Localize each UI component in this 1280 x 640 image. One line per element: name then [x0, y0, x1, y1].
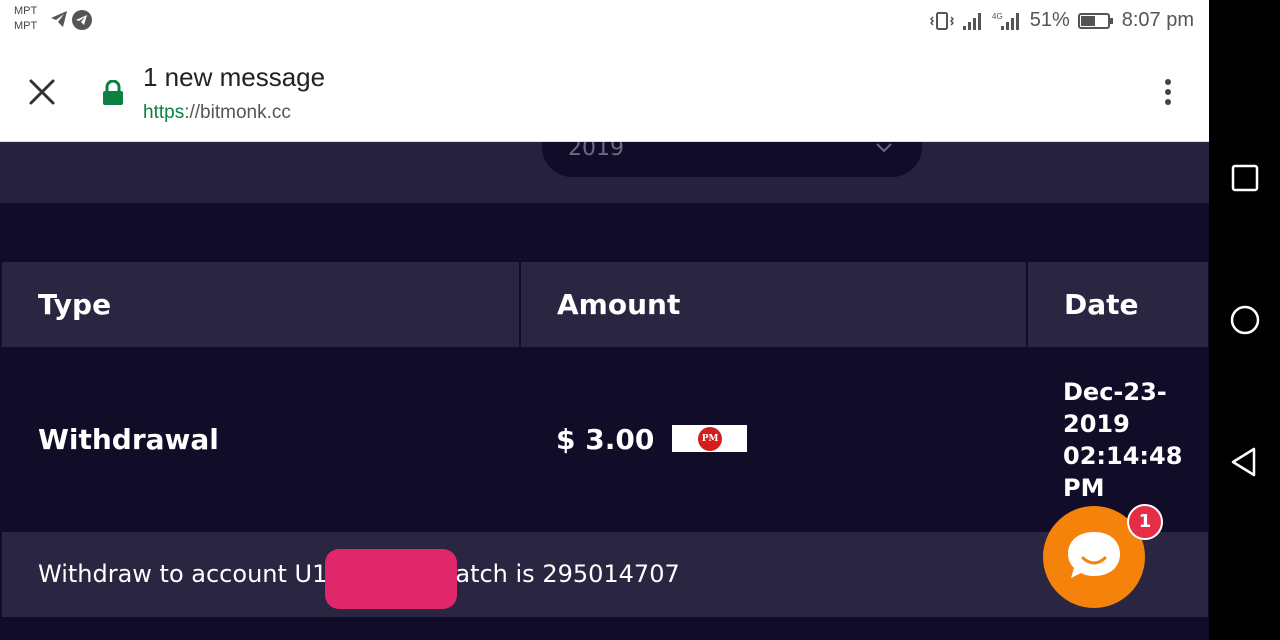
transaction-detail: Withdraw to account U1 atch is 295014707 [2, 532, 1208, 617]
detail-text-start: Withdraw to account U1 [38, 559, 328, 588]
square-icon [1231, 164, 1259, 192]
web-page: 2019 Type Amount Date Withdrawal $ 3.00 … [0, 142, 1209, 640]
telegram-icon [51, 11, 67, 27]
notification-icons [50, 10, 92, 30]
clock: 8:07 pm [1121, 9, 1194, 31]
dot-icon [1165, 89, 1171, 95]
redaction-mark [325, 548, 458, 609]
filter-band: 2019 [0, 142, 1209, 203]
telegram-circle-icon [72, 10, 92, 30]
back-triangle-icon [1231, 447, 1256, 477]
battery-icon [1077, 12, 1113, 29]
dot-icon [1165, 99, 1171, 105]
pm-logo-mark: PM [698, 426, 723, 451]
transaction-amount: $ 3.00 [556, 423, 655, 456]
vibrate-icon [929, 11, 954, 30]
date-line: Dec-23- [1063, 377, 1167, 406]
close-tab-button[interactable] [26, 76, 58, 108]
svg-text:4G: 4G [992, 12, 1003, 21]
perfect-money-logo: PM [672, 424, 748, 452]
dot-icon [1165, 79, 1171, 85]
unread-count-badge: 1 [1127, 504, 1163, 540]
carrier-label: MPT [14, 5, 38, 17]
url-separator: :// [184, 102, 201, 123]
system-indicators: 4G 51% 8:07 pm [929, 9, 1194, 32]
url-host: bitmonk.cc [200, 102, 291, 123]
date-line: PM [1063, 473, 1105, 502]
signal-icon [962, 12, 981, 30]
year-select-value: 2019 [568, 142, 624, 161]
table-detail-row: Withdraw to account U1 atch is 295014707 [2, 532, 1208, 617]
page-url: https://bitmonk.cc [143, 102, 291, 124]
circle-icon [1230, 305, 1260, 335]
transaction-type: Withdrawal [2, 347, 520, 532]
column-header-type: Type [2, 262, 521, 347]
date-line: 2019 [1063, 409, 1130, 438]
chevron-down-icon [876, 143, 892, 153]
table-header-row: Type Amount Date [2, 262, 1208, 347]
overflow-menu-button[interactable] [1155, 74, 1181, 110]
column-header-amount: Amount [520, 262, 1028, 347]
close-icon [29, 79, 55, 105]
signal-4g-icon: 4G [992, 12, 1019, 30]
status-bar: MPT MPT 4G 51% 8:07 pm [0, 0, 1209, 44]
recents-button[interactable] [1229, 162, 1261, 194]
date-line: 02:14:48 [1063, 441, 1183, 470]
home-button[interactable] [1229, 304, 1261, 336]
carrier-labels: MPT MPT [14, 4, 37, 34]
url-scheme: https [143, 102, 185, 123]
transaction-amount-cell: $ 3.00 PM [520, 347, 1027, 532]
transactions-table: Type Amount Date Withdrawal $ 3.00 PM De… [2, 262, 1208, 617]
battery-percentage: 51% [1029, 9, 1070, 31]
page-title: 1 new message [143, 62, 326, 92]
browser-toolbar: 1 new message https://bitmonk.cc [0, 44, 1209, 142]
transaction-date: Dec-23- 2019 02:14:48 PM [1027, 347, 1208, 532]
lock-icon [103, 80, 123, 105]
navigation-bar [1209, 0, 1280, 640]
year-select[interactable]: 2019 [542, 142, 922, 177]
carrier-label: MPT [14, 20, 38, 32]
table-row: Withdrawal $ 3.00 PM Dec-23- 2019 02:14:… [2, 347, 1208, 532]
back-button[interactable] [1229, 446, 1261, 478]
detail-text-end: atch is 295014707 [455, 559, 680, 588]
column-header-date: Date [1027, 262, 1208, 347]
